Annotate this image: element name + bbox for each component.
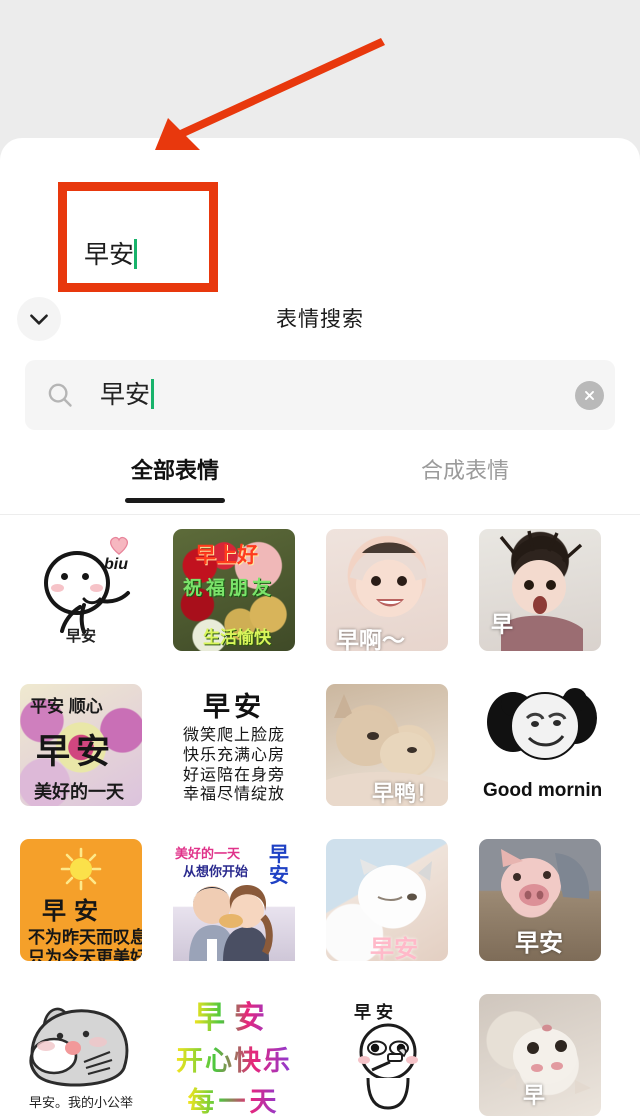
annotation-highlight-text: 早安: [84, 235, 138, 271]
sticker-item[interactable]: 早: [463, 985, 616, 1116]
sticker-line-4: 幸福尽情绽放: [182, 786, 285, 804]
sticker-item[interactable]: 早上好 祝福朋友 生活愉快: [157, 520, 310, 675]
sticker-item[interactable]: 早安 不为昨天而叹息 只为今天更美好: [4, 830, 157, 985]
sticker-caption: Good morning: [483, 780, 601, 801]
sticker-rainbow-word-art: 早安 开心快乐 每一天: [173, 994, 295, 1116]
sticker-caption: 早鸭！: [372, 781, 439, 806]
sticker-couple-illustration: 美好的一天 从想你开始 早安: [173, 839, 295, 961]
clear-search-button[interactable]: [575, 381, 604, 410]
sticker-title: 早安: [42, 898, 106, 925]
sticker-two-cats: 早鸭！: [326, 684, 448, 806]
sticker-line-1: 平安 顺心: [30, 697, 103, 716]
sticker-line-2: 开心快乐: [176, 1039, 292, 1078]
sticker-title: 早安: [203, 692, 265, 723]
sticker-line-1: 美好的一天: [175, 846, 241, 861]
sticker-caption: 早安。我的小公举: [28, 1095, 133, 1110]
sticker-orange-sun-card: 早安 不为昨天而叹息 只为今天更美好: [20, 839, 142, 961]
sticker-roses-bouquet: 早上好 祝福朋友 生活愉快: [173, 529, 295, 651]
sticker-item[interactable]: 早安: [310, 830, 463, 985]
sticker-white-cat-sleeping: 早安: [326, 839, 448, 961]
sticker-line-2: 只为今天更美好: [28, 948, 142, 961]
sticker-line-1: 早安: [194, 994, 274, 1037]
collapse-panel-button[interactable]: [17, 297, 61, 341]
sticker-white-blob-biu: biu 早安: [20, 529, 142, 651]
page-title: 表情搜索: [276, 308, 364, 331]
close-icon: [585, 391, 594, 400]
sticker-purple-flower: 平安 顺心 早安 美好的一天: [20, 684, 142, 806]
sticker-line-3: 每一天: [188, 1080, 281, 1116]
tab-divider: [0, 514, 640, 515]
sticker-grid: biu 早安 早上好 祝福朋友 生活愉快 早啊～ 早 平安 顺心 早安 美好的一…: [0, 520, 640, 1116]
sticker-line-1: 早上好: [195, 544, 258, 567]
sticker-caption: 早安: [65, 628, 96, 645]
sticker-line-2: 祝福朋友: [183, 578, 276, 599]
sticker-baby-messy-hair: 早: [479, 529, 601, 651]
search-input[interactable]: 早安: [25, 360, 615, 430]
sticker-item[interactable]: Good morning: [463, 675, 616, 830]
sticker-item[interactable]: 早啊～: [310, 520, 463, 675]
sticker-extra-text: biu: [104, 556, 128, 573]
sticker-item[interactable]: 早安 开心快乐 每一天: [157, 985, 310, 1116]
sticker-item[interactable]: 早安: [310, 985, 463, 1116]
sticker-cat-upside-down: 早: [479, 994, 601, 1116]
sticker-caption: 早啊～: [336, 627, 405, 651]
search-icon: [48, 383, 72, 407]
sticker-caption: 早: [523, 1083, 546, 1108]
sticker-caption: 早安: [515, 930, 563, 957]
active-tab-underline: [125, 498, 225, 503]
sticker-figure-brushing-teeth: 早安: [326, 994, 448, 1116]
sticker-line-1: 微笑爬上脸庞: [182, 727, 285, 745]
sticker-item[interactable]: biu 早安: [4, 520, 157, 675]
sticker-hamster: 早安。我的小公举: [20, 994, 142, 1116]
annotation-highlight-box: 早安: [58, 182, 218, 292]
sticker-line-3: 好运陪在身旁: [182, 766, 285, 784]
text-caret: [151, 379, 155, 409]
sticker-panda-meme: Good morning: [479, 684, 601, 806]
sticker-line-3: 生活愉快: [203, 628, 271, 647]
sticker-item[interactable]: 早安 微笑爬上脸庞 快乐充满心房 好运陪在身旁 幸福尽情绽放: [157, 675, 310, 830]
sticker-caption: 早安: [370, 936, 418, 961]
sticker-line-2: 快乐充满心房: [182, 746, 285, 764]
sticker-item[interactable]: 早鸭！: [310, 675, 463, 830]
sticker-item[interactable]: 美好的一天 从想你开始 早安: [157, 830, 310, 985]
chevron-down-icon: [30, 314, 48, 325]
search-input-value: 早安: [100, 360, 155, 430]
tab-all-stickers[interactable]: 全部表情: [85, 446, 265, 496]
sticker-text-card-morning-poem: 早安 微笑爬上脸庞 快乐充满心房 好运陪在身旁 幸福尽情绽放: [173, 684, 295, 806]
tab-composite-stickers[interactable]: 合成表情: [375, 446, 555, 496]
sticker-item[interactable]: 早安: [463, 830, 616, 985]
sticker-line-2: 早安: [36, 733, 116, 771]
sticker-item[interactable]: 早安。我的小公举: [4, 985, 157, 1116]
sticker-baby-smiling: 早啊～: [326, 529, 448, 651]
sticker-item[interactable]: 平安 顺心 早安 美好的一天: [4, 675, 157, 830]
sticker-line-3: 美好的一天: [34, 782, 124, 802]
heart-icon: [110, 536, 128, 555]
sticker-caption: 早: [491, 612, 514, 637]
sticker-pig-in-blanket: 早安: [479, 839, 601, 961]
tab-bar: 全部表情 合成表情: [0, 446, 640, 512]
sticker-item[interactable]: 早: [463, 520, 616, 675]
